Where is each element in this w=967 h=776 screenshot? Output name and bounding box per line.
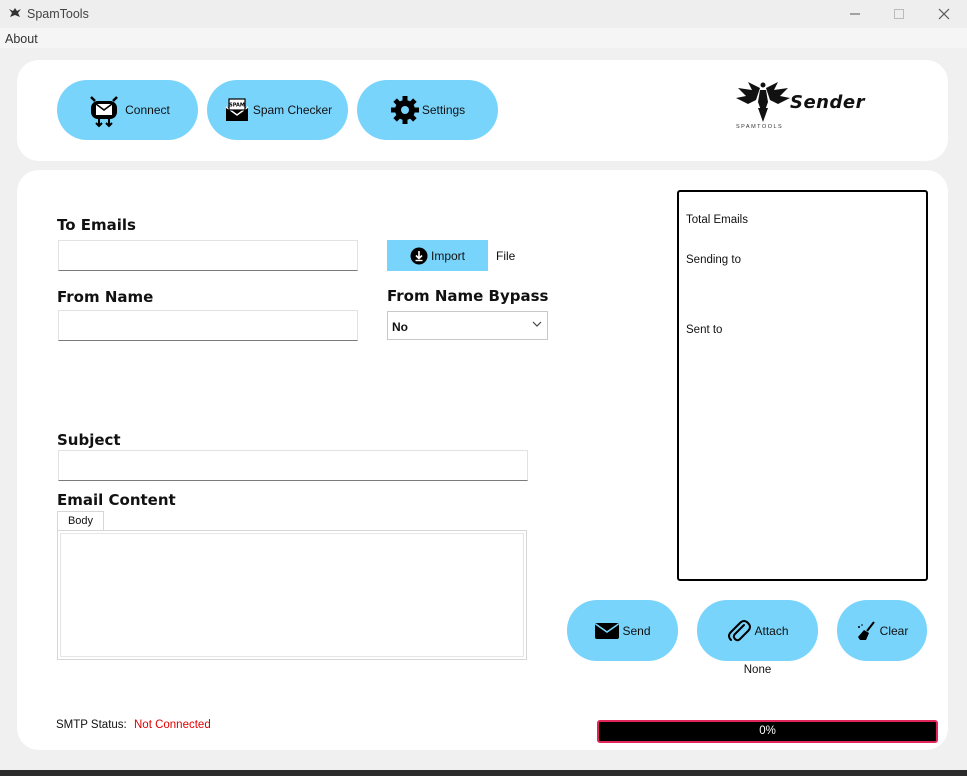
close-icon bbox=[938, 8, 950, 20]
maximize-icon bbox=[894, 9, 904, 19]
connect-icon bbox=[90, 96, 119, 128]
gear-icon bbox=[390, 96, 419, 124]
smtp-status-value: Not Connected bbox=[134, 719, 211, 731]
connect-button[interactable]: Connect bbox=[57, 80, 198, 140]
clear-label: Clear bbox=[879, 623, 909, 638]
minimize-button[interactable] bbox=[832, 0, 878, 28]
smtp-status-label: SMTP Status: bbox=[56, 719, 127, 731]
menu-bar bbox=[0, 28, 967, 48]
broom-icon bbox=[857, 620, 875, 640]
to-emails-input[interactable] bbox=[58, 240, 358, 271]
chevron-down-icon bbox=[532, 321, 542, 327]
send-label: Send bbox=[622, 623, 651, 638]
from-name-label: From Name bbox=[57, 288, 154, 306]
attachment-name: None bbox=[743, 664, 772, 676]
from-name-bypass-label: From Name Bypass bbox=[387, 287, 549, 305]
logo-name: Sender bbox=[790, 92, 865, 113]
total-emails-label: Total Emails bbox=[686, 214, 748, 226]
email-content-label: Email Content bbox=[57, 491, 176, 509]
download-icon bbox=[410, 247, 428, 264]
menu-item-about[interactable]: About bbox=[5, 32, 38, 46]
app-logo-icon bbox=[9, 8, 21, 17]
to-emails-label: To Emails bbox=[57, 216, 136, 234]
taskbar-edge bbox=[0, 770, 967, 776]
import-label: Import bbox=[430, 248, 465, 263]
settings-button[interactable]: Settings bbox=[357, 80, 498, 140]
spam-checker-label: Spam Checker bbox=[252, 103, 333, 117]
connect-label: Connect bbox=[125, 103, 170, 117]
subject-label: Subject bbox=[57, 431, 121, 449]
subject-input[interactable] bbox=[58, 450, 528, 481]
send-button[interactable]: Send bbox=[567, 600, 678, 661]
close-button[interactable] bbox=[921, 0, 967, 28]
stats-panel bbox=[677, 190, 928, 581]
window-title: SpamTools bbox=[27, 7, 89, 21]
sending-to-label: Sending to bbox=[686, 254, 741, 266]
spam-mail-icon: SPAM bbox=[225, 98, 249, 121]
paperclip-icon bbox=[728, 619, 752, 641]
email-body-textarea[interactable] bbox=[60, 533, 524, 657]
title-bar bbox=[0, 0, 967, 28]
svg-text:SPAM: SPAM bbox=[229, 103, 245, 109]
from-name-input[interactable] bbox=[58, 310, 358, 341]
attach-button[interactable]: Attach bbox=[697, 600, 818, 661]
sent-to-label: Sent to bbox=[686, 324, 723, 336]
from-name-bypass-select[interactable]: No bbox=[387, 311, 548, 340]
progress-bar: 0% bbox=[597, 720, 938, 743]
settings-label: Settings bbox=[421, 103, 466, 117]
logo-subtitle: SPAMTOOLS bbox=[736, 124, 784, 130]
clear-button[interactable]: Clear bbox=[837, 600, 927, 661]
minimize-icon bbox=[850, 13, 860, 15]
import-button[interactable]: Import bbox=[387, 240, 488, 271]
spam-checker-button[interactable]: SPAM Spam Checker bbox=[207, 80, 348, 140]
file-label: File bbox=[496, 249, 516, 263]
attach-label: Attach bbox=[754, 623, 789, 638]
tab-body[interactable]: Body bbox=[57, 511, 104, 531]
envelope-icon bbox=[595, 622, 620, 639]
maximize-button[interactable] bbox=[876, 0, 922, 28]
